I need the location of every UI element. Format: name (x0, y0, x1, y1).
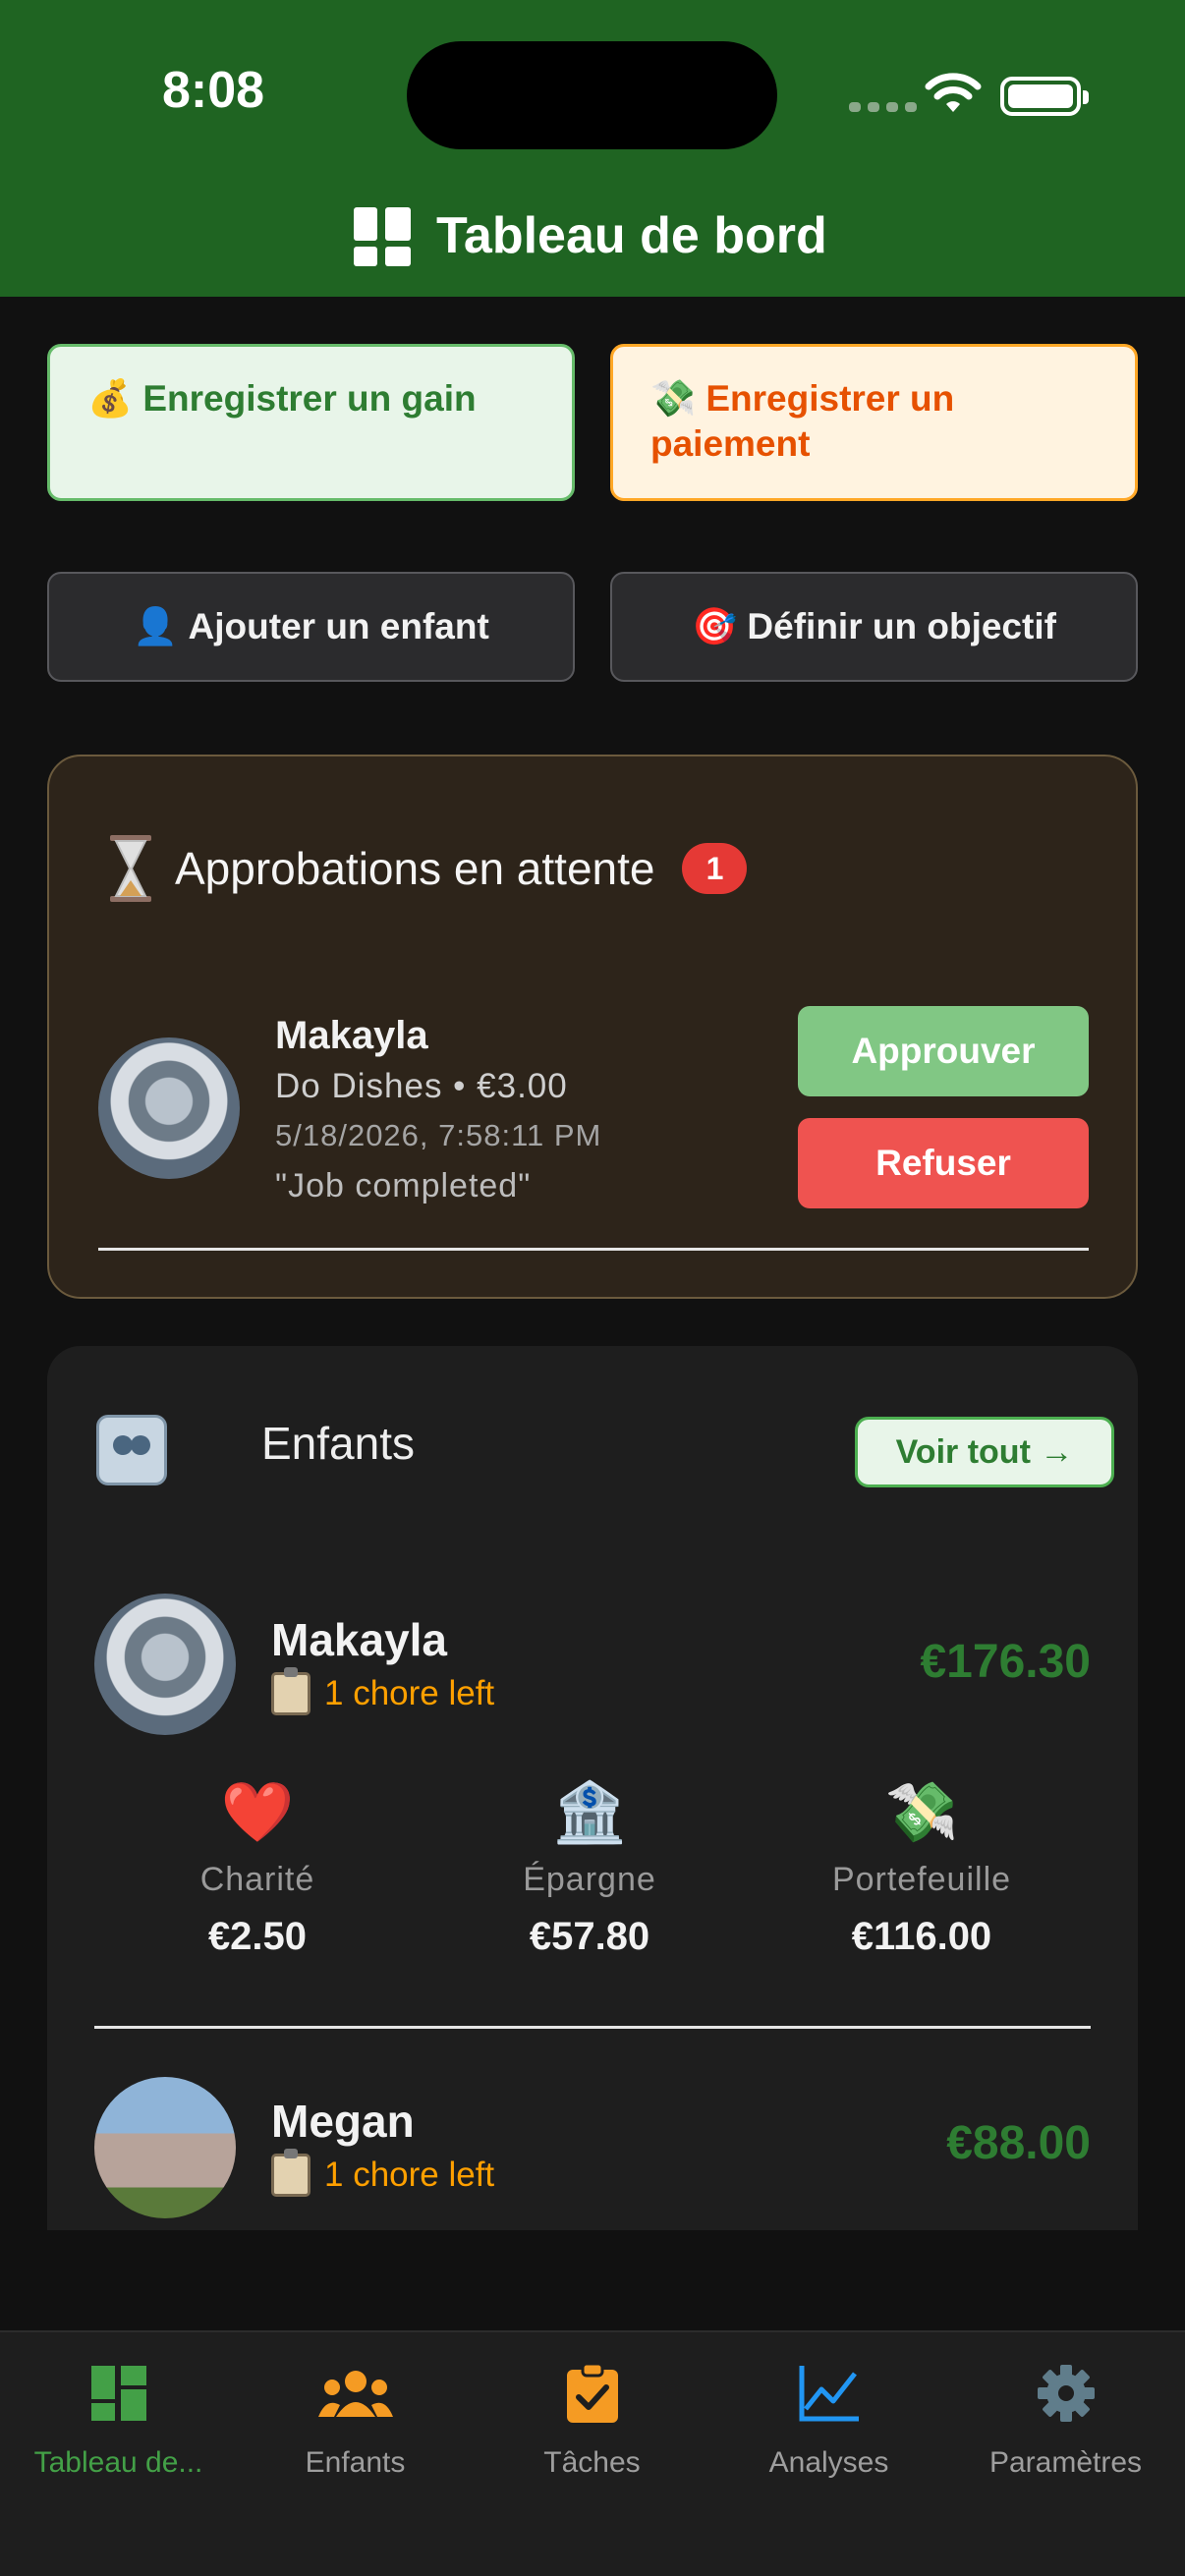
dashboard-icon (354, 207, 411, 266)
money-bag-icon: 💰 (87, 377, 134, 420)
request-timestamp: 5/18/2026, 7:58:11 PM (275, 1118, 602, 1152)
page-title: Tableau de bord (436, 207, 827, 264)
bucket-wallet: 💸 Portefeuille €116.00 (774, 1776, 1069, 1959)
request-child-name: Makayla (275, 1014, 428, 1057)
children-card: Enfants Voir tout → Makayla 1 chore left… (47, 1346, 1138, 2230)
bucket-value: €2.50 (207, 1915, 308, 1958)
tab-label: Enfants (305, 2446, 406, 2479)
set-goal-button[interactable]: 🎯 Définir un objectif (610, 572, 1138, 682)
request-note: "Job completed" (275, 1167, 532, 1204)
person-icon: 👤 (133, 605, 179, 647)
chores-left: 1 chore left (271, 2149, 495, 2197)
bucket-value: €57.80 (529, 1915, 650, 1958)
divider (98, 1248, 1089, 1251)
pending-approvals-title: Approbations en attente (175, 843, 655, 894)
tab-children[interactable]: Enfants (237, 2362, 474, 2480)
money-wings-icon: 💸 (884, 1778, 959, 1847)
tab-label: Analyses (768, 2446, 889, 2479)
dynamic-island (407, 41, 777, 149)
family-icon (96, 1415, 167, 1485)
dashboard-icon (90, 2366, 146, 2421)
bucket-value: €116.00 (851, 1915, 992, 1958)
bucket-label: Portefeuille (831, 1861, 1012, 1898)
child-balance: €176.30 (920, 1636, 1091, 1688)
bucket-label: Épargne (523, 1861, 656, 1898)
people-icon (317, 2371, 393, 2417)
bucket-charity: ❤️ Charité €2.50 (110, 1776, 405, 1959)
gear-icon (1037, 2365, 1095, 2422)
see-all-button[interactable]: Voir tout → (855, 1417, 1114, 1487)
refuse-button[interactable]: Refuser (798, 1118, 1089, 1208)
battery-icon (1000, 77, 1089, 116)
target-icon: 🎯 (692, 605, 738, 647)
status-time: 8:08 (162, 62, 265, 119)
chores-left-label: 1 chore left (324, 2156, 495, 2194)
children-title: Enfants (261, 1418, 415, 1469)
bottom-tab-bar: Tableau de... Enfants Tâches Analyses Pa… (0, 2330, 1185, 2576)
bank-icon: 🏦 (552, 1778, 627, 1847)
request-task-detail: Do Dishes • €3.00 (275, 1067, 568, 1105)
set-goal-label: Définir un objectif (747, 606, 1056, 646)
wifi-icon (925, 73, 982, 112)
add-child-button[interactable]: 👤 Ajouter un enfant (47, 572, 575, 682)
child-name: Megan (271, 2096, 415, 2147)
tab-analytics[interactable]: Analyses (710, 2362, 947, 2480)
avatar (94, 2077, 236, 2218)
app-header: 8:08 Tableau de bord (0, 0, 1185, 297)
record-payment-label: Enregistrer un paiement (650, 378, 955, 464)
record-gain-label: Enregistrer un gain (142, 378, 477, 419)
tab-dashboard[interactable]: Tableau de... (0, 2362, 237, 2480)
avatar (98, 1037, 240, 1179)
pending-count-badge: 1 (682, 843, 748, 894)
divider (94, 2026, 1091, 2029)
pending-approvals-card: Approbations en attente 1 Makayla Do Dis… (47, 755, 1138, 1299)
clipboard-check-icon (566, 2362, 618, 2423)
approve-button[interactable]: Approuver (798, 1006, 1089, 1096)
heart-icon: ❤️ (220, 1778, 295, 1847)
record-gain-button[interactable]: 💰 Enregistrer un gain (47, 344, 575, 501)
child-balance: €88.00 (946, 2117, 1091, 2169)
child-name: Makayla (271, 1614, 448, 1665)
clipboard-icon (271, 2149, 310, 2197)
tab-settings[interactable]: Paramètres (947, 2362, 1184, 2480)
tab-tasks[interactable]: Tâches (474, 2362, 710, 2480)
chart-line-icon (799, 2366, 859, 2422)
add-child-label: Ajouter un enfant (188, 606, 489, 646)
cellular-signal-icon (849, 102, 917, 112)
tab-label: Tâches (543, 2446, 641, 2479)
tab-label: Tableau de... (33, 2446, 203, 2479)
avatar (94, 1594, 236, 1735)
clipboard-icon (271, 1667, 310, 1715)
bucket-savings: 🏦 Épargne €57.80 (442, 1776, 737, 1959)
tab-label: Paramètres (988, 2446, 1143, 2479)
chores-left: 1 chore left (271, 1667, 495, 1715)
hourglass-icon (110, 835, 151, 902)
money-wings-icon: 💸 (650, 377, 697, 420)
bucket-label: Charité (199, 1861, 315, 1898)
chores-left-label: 1 chore left (324, 1674, 495, 1712)
record-payment-button[interactable]: 💸 Enregistrer un paiement (610, 344, 1138, 501)
